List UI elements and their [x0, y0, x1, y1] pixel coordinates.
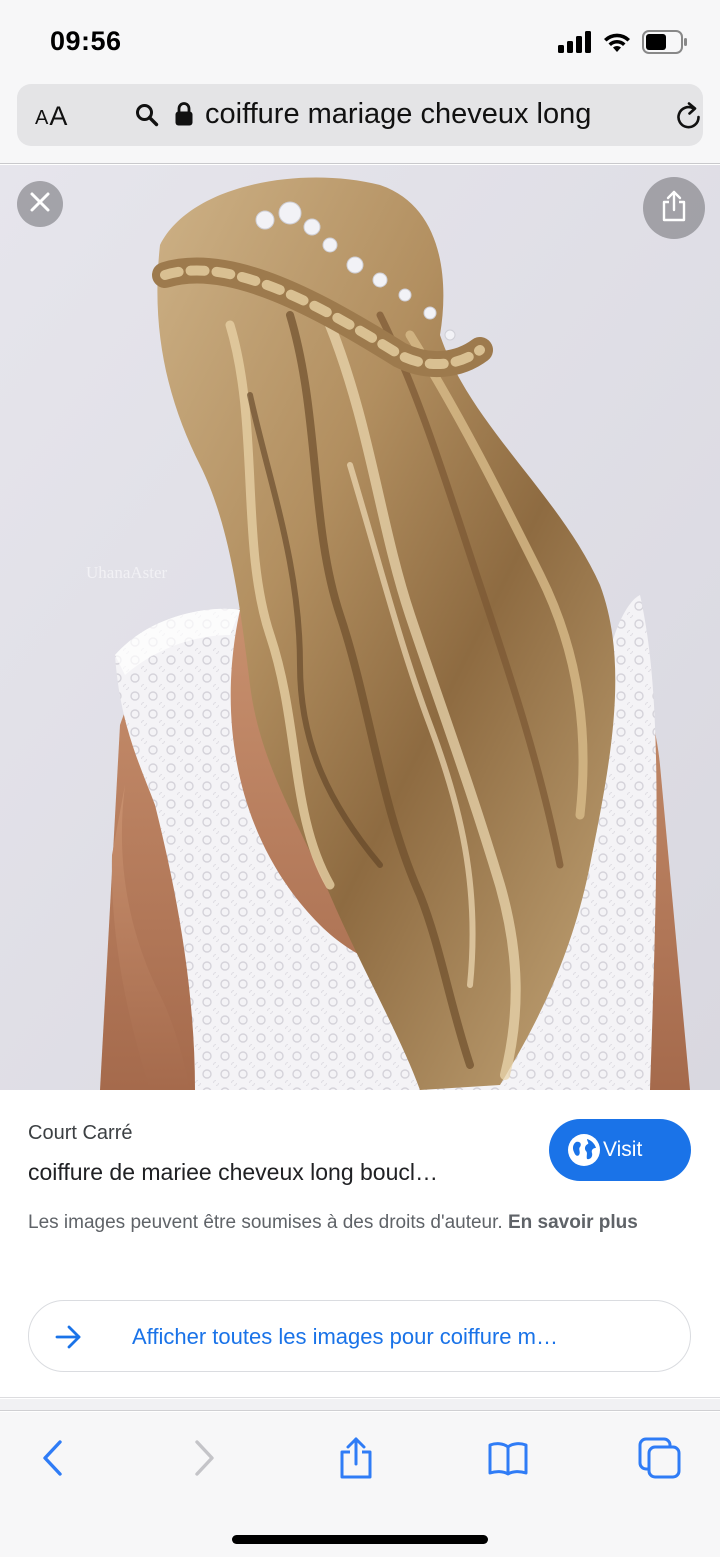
forward-button[interactable]: [180, 1436, 228, 1484]
hairstyle-photo: [0, 165, 720, 1090]
lock-icon: [174, 101, 194, 132]
bookmarks-button[interactable]: [484, 1436, 532, 1484]
aa-small-label: A: [35, 107, 49, 129]
home-indicator[interactable]: [232, 1535, 488, 1544]
image-info-panel: Court Carré coiffure de mariee cheveux l…: [0, 1090, 720, 1398]
arrow-right-icon: [55, 1324, 83, 1355]
wifi-icon: [602, 31, 632, 58]
search-icon: [135, 103, 159, 132]
reload-icon[interactable]: [673, 100, 705, 137]
status-bar: 09:56: [0, 0, 720, 84]
back-button[interactable]: [29, 1436, 77, 1484]
bottom-toolbar: [0, 1412, 720, 1557]
close-icon: [29, 191, 51, 218]
aa-large-label: A: [49, 101, 68, 131]
copyright-text: Les images peuvent être soumises à des d…: [28, 1212, 508, 1233]
address-bar-area: AA coiffure mariage cheveux long: [0, 84, 720, 164]
watermark: UhanaAster: [86, 563, 168, 582]
share-icon: [660, 190, 688, 227]
visit-label: Visit: [603, 1138, 643, 1161]
bookmarks-icon: [487, 1440, 529, 1481]
globe-icon: [567, 1133, 601, 1172]
reader-text-size-button[interactable]: AA: [35, 98, 67, 132]
url-text[interactable]: coiffure mariage cheveux long: [205, 98, 591, 131]
source-name[interactable]: Court Carré: [28, 1122, 132, 1145]
tabs-icon: [638, 1437, 682, 1484]
see-all-images-button[interactable]: Afficher toutes les images pour coiffure…: [28, 1300, 691, 1372]
content-divider: [0, 1399, 720, 1411]
learn-more-link[interactable]: En savoir plus: [508, 1212, 638, 1233]
close-button[interactable]: [17, 181, 63, 227]
share-icon: [338, 1436, 374, 1485]
back-icon: [41, 1439, 65, 1482]
cellular-signal-icon: [558, 31, 592, 58]
forward-icon: [192, 1439, 216, 1482]
share-button[interactable]: [332, 1436, 380, 1484]
visit-button[interactable]: Visit: [549, 1119, 691, 1181]
image-share-button[interactable]: [643, 177, 705, 239]
address-bar[interactable]: AA coiffure mariage cheveux long: [17, 84, 703, 146]
battery-icon: [642, 30, 688, 59]
tabs-button[interactable]: [636, 1436, 684, 1484]
image-title[interactable]: coiffure de mariee cheveux long boucl…: [28, 1159, 438, 1186]
copyright-notice: Les images peuvent être soumises à des d…: [28, 1206, 678, 1239]
status-icons: [558, 30, 688, 59]
status-time: 09:56: [50, 26, 122, 56]
image-viewer: UhanaAster: [0, 165, 720, 1090]
see-all-images-label: Afficher toutes les images pour coiffure…: [132, 1324, 558, 1349]
